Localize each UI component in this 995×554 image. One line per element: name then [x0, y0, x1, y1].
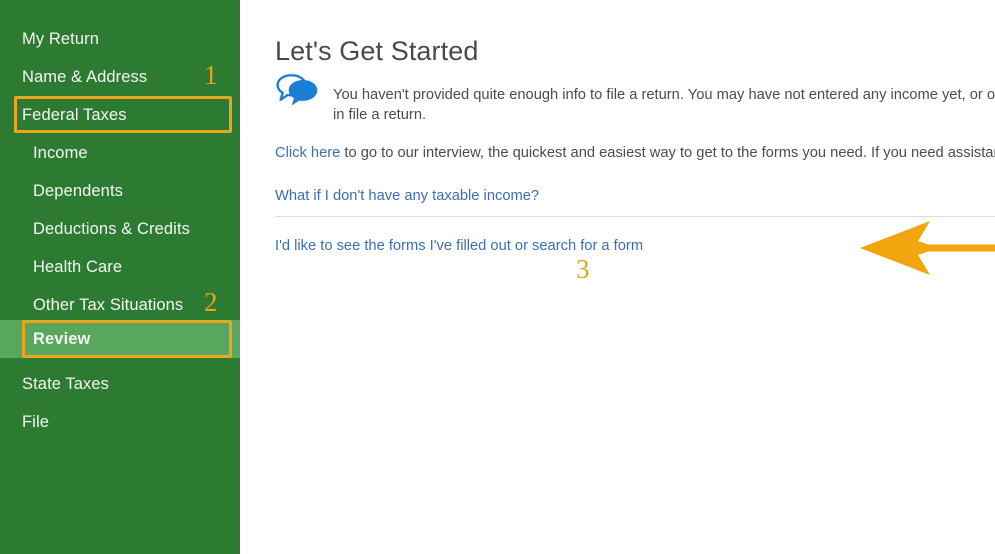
section-divider [275, 216, 995, 217]
sidebar-item-health-care[interactable]: Health Care [0, 248, 240, 286]
sidebar-item-federal-taxes[interactable]: Federal Taxes [0, 96, 240, 134]
sidebar-item-my-return[interactable]: My Return [0, 20, 240, 58]
interview-prompt-line: Click here to go to our interview, the q… [275, 143, 995, 163]
sidebar-item-label: Name & Address [22, 67, 148, 86]
sidebar-item-label: Health Care [33, 257, 123, 276]
sidebar-item-income[interactable]: Income [0, 134, 240, 172]
click-here-link[interactable]: Click here [275, 145, 340, 161]
sidebar-item-deductions-and-credits[interactable]: Deductions & Credits [0, 210, 240, 248]
taxable-income-link[interactable]: What if I don't have any taxable income? [275, 186, 539, 206]
sidebar-item-label: Review [33, 329, 91, 348]
sidebar-item-label: Deductions & Credits [33, 219, 190, 238]
sidebar-item-label: Income [33, 143, 88, 162]
sidebar-item-review[interactable]: Review [0, 320, 240, 358]
sidebar-item-label: Other Tax Situations [33, 295, 184, 314]
annotation-step-number-1: 1 [204, 60, 218, 90]
notice-text: You haven't provided quite enough info t… [333, 86, 995, 123]
annotation-step-number-3: 3 [576, 254, 590, 284]
sidebar-item-dependents[interactable]: Dependents [0, 172, 240, 210]
sidebar-item-label: Dependents [33, 181, 123, 200]
sidebar-item-state-taxes[interactable]: State Taxes [0, 365, 240, 403]
sidebar-navigation: My Return Name & Address Federal Taxes I… [0, 0, 240, 554]
page-title: Let's Get Started [275, 36, 479, 67]
sidebar-item-file[interactable]: File [0, 403, 240, 441]
left-arrow-icon [860, 215, 995, 285]
annotation-step-number-2: 2 [204, 287, 218, 317]
chat-bubble-icon [275, 72, 321, 108]
sidebar-item-label: File [22, 412, 49, 431]
interview-prompt-text: to go to our interview, the quickest and… [340, 145, 995, 161]
app-window: My Return Name & Address Federal Taxes I… [0, 0, 995, 554]
sidebar-item-label: Federal Taxes [22, 105, 127, 124]
see-forms-link[interactable]: I'd like to see the forms I've filled ou… [275, 236, 643, 256]
sidebar-item-label: My Return [22, 29, 100, 48]
sidebar-item-label: State Taxes [22, 374, 110, 393]
main-content: Let's Get Started You haven't provided q… [240, 0, 995, 554]
